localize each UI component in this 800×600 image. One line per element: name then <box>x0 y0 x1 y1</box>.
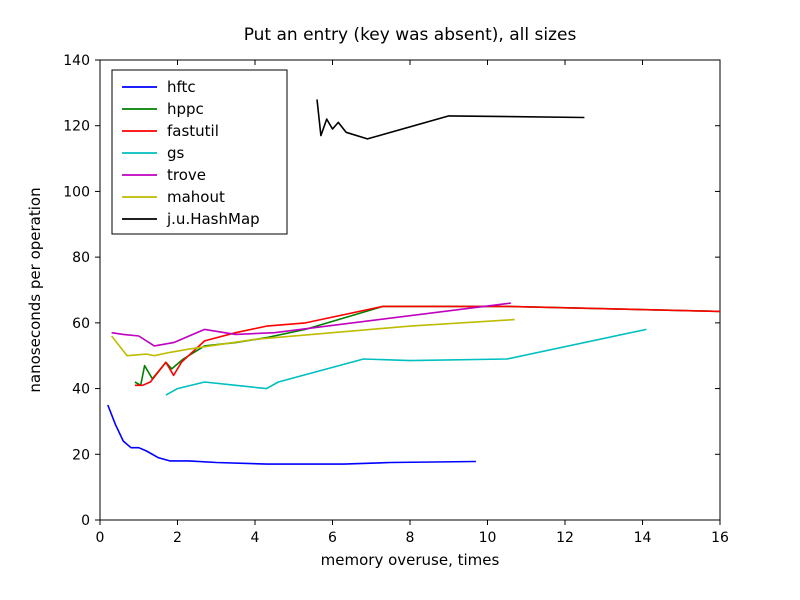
x-tick-label: 10 <box>479 530 497 546</box>
y-tick-label: 0 <box>81 513 90 529</box>
series-trove <box>112 303 511 346</box>
series-fastutil <box>135 306 720 385</box>
legend-label: hftc <box>167 78 196 96</box>
legend-label: mahout <box>167 188 225 206</box>
x-axis-label: memory overuse, times <box>321 551 500 569</box>
legend-label: j.u.HashMap <box>166 210 260 228</box>
series-j-u-HashMap <box>317 99 584 138</box>
y-tick-label: 60 <box>72 316 90 332</box>
chart-svg: 0 2 4 6 8 10 12 14 16 0 20 40 60 80 100 120 140 memory ov… <box>0 0 800 600</box>
x-tick-label: 8 <box>406 530 415 546</box>
chart-title: Put an entry (key was absent), all sizes <box>244 25 577 45</box>
x-tick-label: 16 <box>711 530 729 546</box>
y-axis-label: nanoseconds per operation <box>26 187 44 392</box>
chart-container: 0 2 4 6 8 10 12 14 16 0 20 40 60 80 100 120 140 memory ov… <box>0 0 800 600</box>
legend-label: gs <box>167 144 185 162</box>
series-mahout <box>112 320 515 356</box>
y-tick-label: 140 <box>63 53 90 69</box>
x-tick-label: 12 <box>556 530 574 546</box>
y-tick-label: 120 <box>63 119 90 135</box>
y-tick-label: 100 <box>63 184 90 200</box>
series-hftc <box>108 405 476 464</box>
y-tick-label: 80 <box>72 250 90 266</box>
x-tick-label: 0 <box>96 530 105 546</box>
y-tick-label: 40 <box>72 382 90 398</box>
x-tick-label: 4 <box>251 530 260 546</box>
x-tick-label: 6 <box>328 530 337 546</box>
y-tick-label: 20 <box>72 447 90 463</box>
series-hppc <box>135 306 720 385</box>
x-tick-label: 2 <box>173 530 182 546</box>
x-tick-label: 14 <box>634 530 652 546</box>
legend-label: trove <box>167 166 206 184</box>
legend-label: fastutil <box>167 122 219 140</box>
legend-label: hppc <box>167 100 204 118</box>
series-gs <box>166 329 647 395</box>
